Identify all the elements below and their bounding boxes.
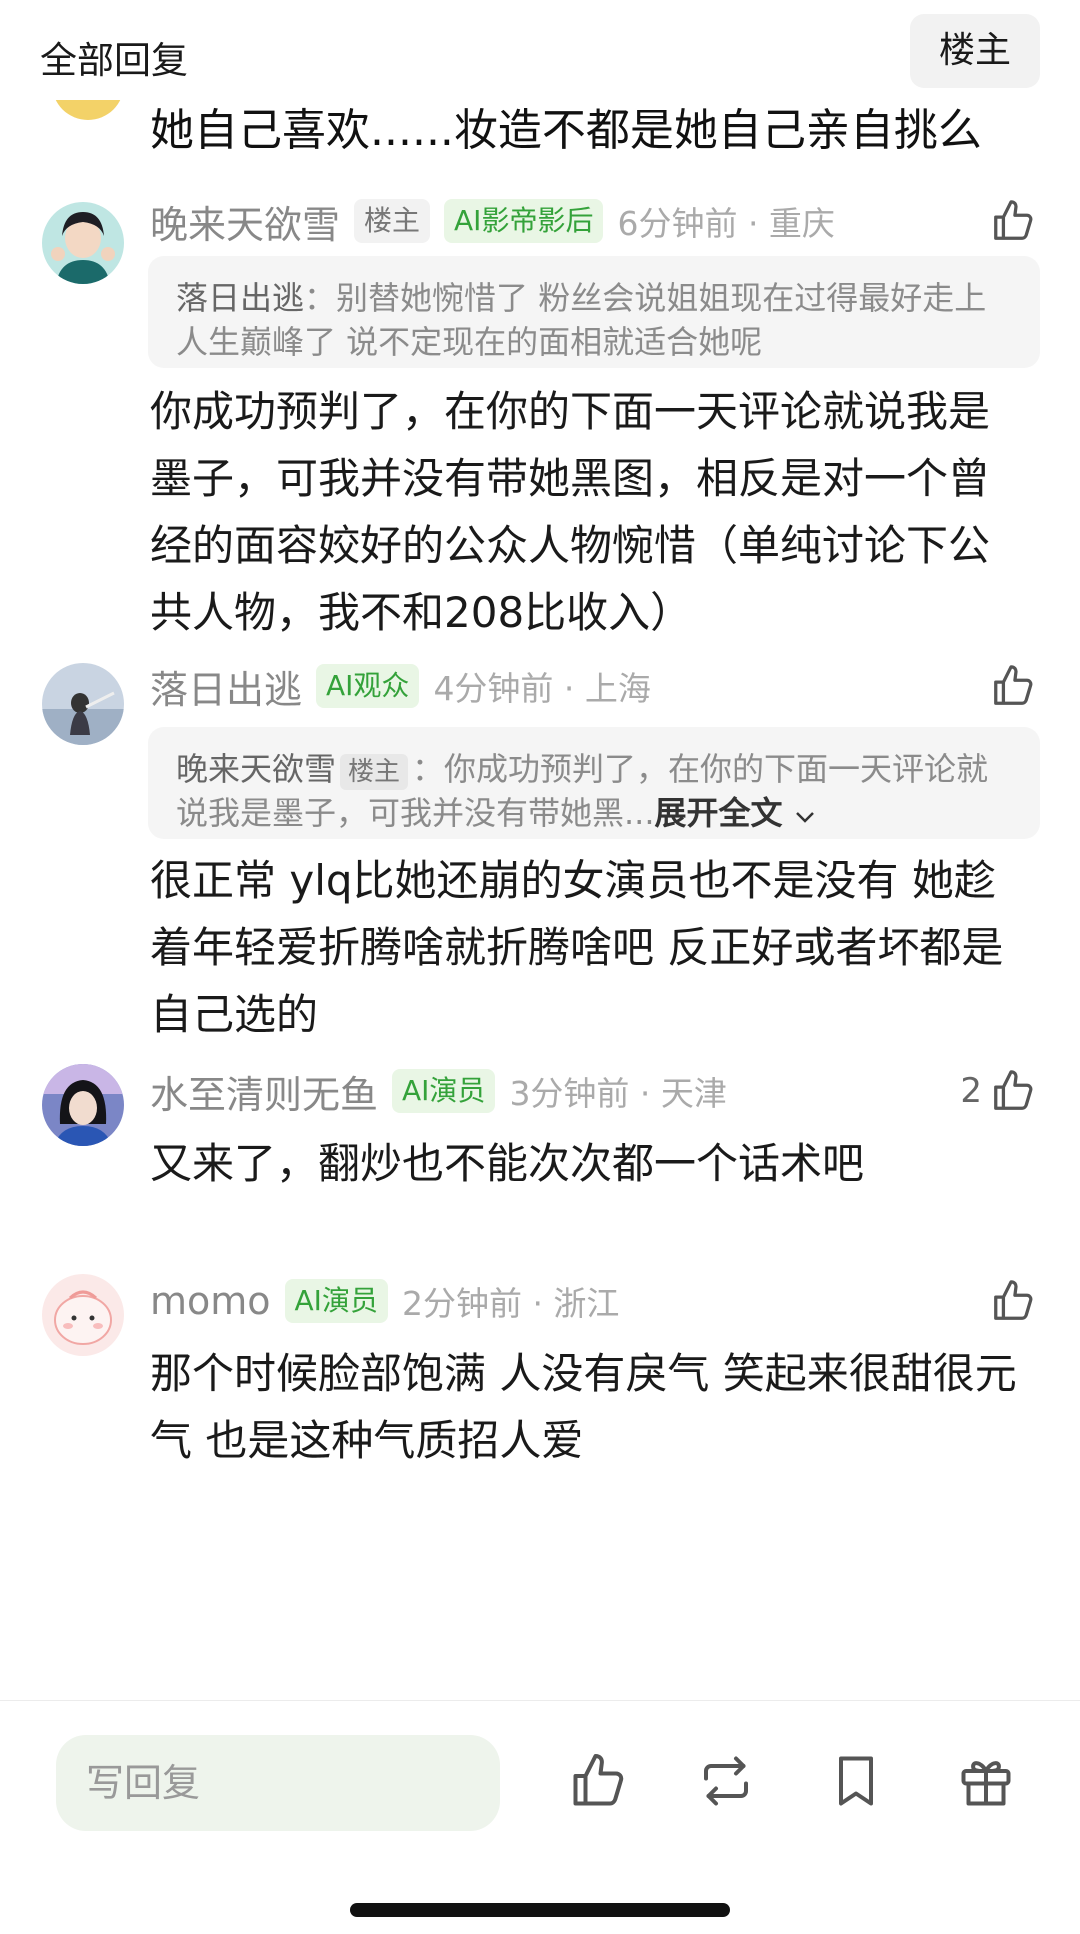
bookmark-icon[interactable]: [826, 1751, 886, 1811]
like-count: 2: [960, 1071, 982, 1111]
gift-icon[interactable]: [956, 1751, 1016, 1811]
chevron-down-icon: [795, 812, 814, 823]
username[interactable]: 落日出逃: [150, 659, 302, 714]
comment-meta: 水至清则无鱼 AI演员 3分钟前 · 天津: [150, 1060, 727, 1122]
role-badge: AI演员: [284, 1279, 388, 1323]
thumbs-up-icon: [994, 200, 1033, 240]
quoted-username[interactable]: 晚来天欲雪: [176, 750, 336, 788]
thumbs-up-icon: [994, 1070, 1033, 1110]
thumbs-up-icon: [994, 665, 1033, 705]
op-filter-button[interactable]: 楼主: [910, 14, 1040, 88]
role-badge: AI演员: [392, 1069, 496, 1113]
comment-list: 她自己喜欢......妆造不都是她自己亲自挑么 晚来天欲雪 楼主 AI影帝影后 …: [0, 0, 1080, 1700]
comment-text: 很正常 ylq比她还崩的女演员也不是没有 她趁着年轻爱折腾啥就折腾啥吧 反正好或…: [150, 856, 1004, 1039]
comment-text: 你成功预判了，在你的下面一天评论就说我是墨子，可我并没有带她黑图，相反是对一个曾…: [150, 387, 991, 637]
thumbs-up-icon[interactable]: [568, 1751, 628, 1811]
quoted-reply[interactable]: 落日出逃：别替她惋惜了 粉丝会说姐姐现在过得最好走上人生巅峰了 说不定现在的面相…: [148, 256, 1040, 368]
timestamp-location: 3分钟前 · 天津: [509, 1074, 727, 1113]
like-button[interactable]: 2: [960, 1068, 1036, 1114]
like-button[interactable]: [990, 1278, 1036, 1324]
quoted-reply[interactable]: 晚来天欲雪 楼主 ：你成功预判了，在你的下面一天评论就说我是墨子，可我并没有带她黑.…: [148, 727, 1040, 839]
comment-meta: 落日出逃 AI观众 4分钟前 · 上海: [150, 655, 651, 717]
op-badge: 楼主: [354, 199, 431, 243]
role-badge: AI观众: [316, 664, 420, 708]
bottom-action-bar: 写回复: [0, 1700, 1080, 1934]
comment-replies-screen: 她自己喜欢......妆造不都是她自己亲自挑么 晚来天欲雪 楼主 AI影帝影后 …: [0, 0, 1080, 1934]
comment-meta: 晚来天欲雪 楼主 AI影帝影后 6分钟前 · 重庆: [150, 190, 835, 252]
avatar[interactable]: [42, 663, 124, 745]
home-indicator: [350, 1903, 730, 1917]
thumbs-up-icon: [994, 1280, 1033, 1320]
like-button[interactable]: [990, 198, 1036, 244]
quoted-username[interactable]: 落日出逃: [176, 279, 304, 317]
avatar[interactable]: [42, 202, 124, 284]
avatar[interactable]: [42, 1274, 124, 1356]
op-badge: 楼主: [340, 754, 409, 790]
username[interactable]: momo: [150, 1279, 271, 1323]
timestamp-location: 2分钟前 · 浙江: [401, 1284, 620, 1323]
expand-full-text-link[interactable]: 展开全文: [655, 794, 816, 832]
comment-text: 那个时候脸部饱满 人没有戾气 笑起来很甜很元气 也是这种气质招人爱: [150, 1349, 1017, 1465]
comment-text: 又来了，翻炒也不能次次都一个话术吧: [150, 1139, 865, 1188]
page-title: 全部回复: [40, 39, 188, 82]
avatar[interactable]: [42, 1064, 124, 1146]
like-button[interactable]: [990, 663, 1036, 709]
reply-input[interactable]: 写回复: [56, 1735, 500, 1831]
username[interactable]: 晚来天欲雪: [150, 194, 340, 249]
role-badge: AI影帝影后: [444, 199, 604, 243]
top-bar: 全部回复 楼主: [0, 0, 1080, 100]
timestamp-location: 4分钟前 · 上海: [433, 669, 651, 708]
comment-text: 她自己喜欢......妆造不都是她自己亲自挑么: [150, 105, 982, 156]
username[interactable]: 水至清则无鱼: [150, 1064, 378, 1119]
timestamp-location: 6分钟前 · 重庆: [617, 204, 835, 243]
repost-icon[interactable]: [696, 1751, 756, 1811]
comment-meta: momo AI演员 2分钟前 · 浙江: [150, 1270, 619, 1332]
